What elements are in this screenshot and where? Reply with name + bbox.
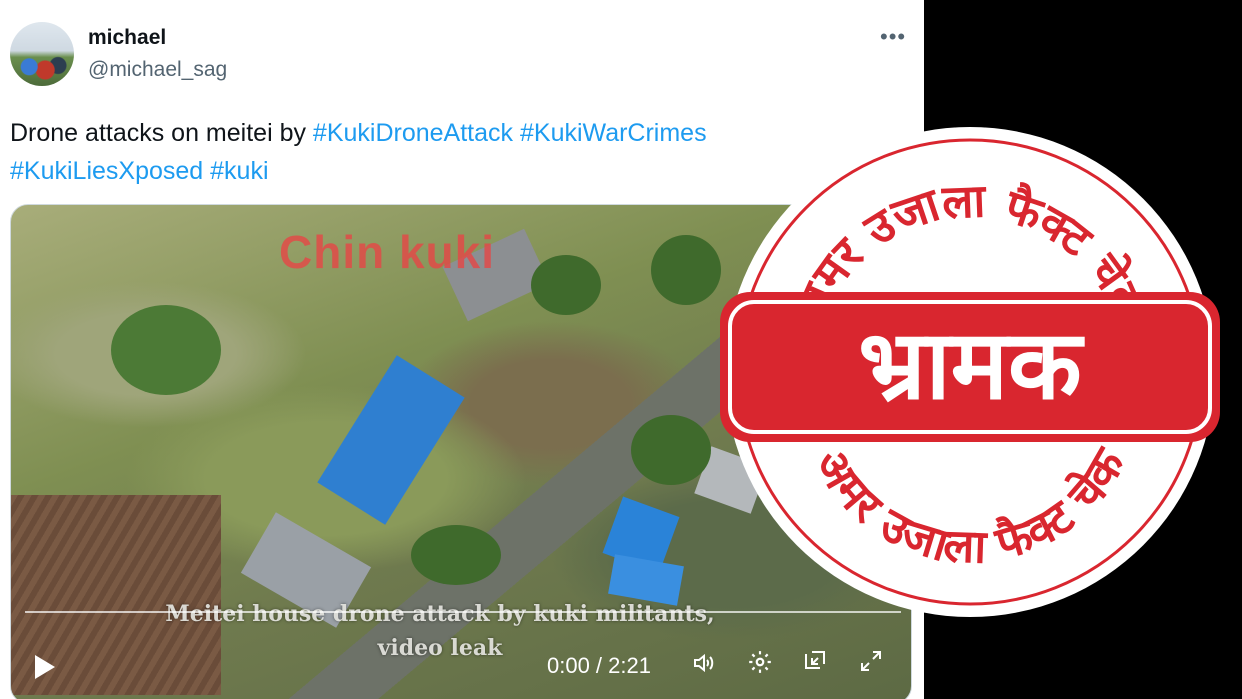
tweet-body: Drone attacks on meitei by: [10, 119, 313, 147]
video-caption-line: Meitei house drone attack by kuki milita…: [165, 601, 715, 627]
video-frame-tree: [411, 525, 501, 585]
volume-icon[interactable]: [691, 651, 715, 682]
video-overlay-title: Chin kuki: [279, 226, 496, 278]
hashtag-link[interactable]: #KukiDroneAttack: [313, 119, 513, 147]
more-options-icon[interactable]: •••: [880, 24, 906, 50]
picture-in-picture-icon[interactable]: [803, 649, 827, 680]
video-time: 0:00 / 2:21: [547, 653, 651, 678]
hashtag-link[interactable]: #kuki: [210, 157, 268, 185]
display-name[interactable]: michael: [88, 26, 166, 50]
video-frame-roof: [317, 355, 465, 525]
gear-icon[interactable]: [747, 649, 773, 682]
user-handle[interactable]: @michael_sag: [88, 58, 227, 82]
video-frame-tree: [111, 305, 221, 395]
hashtag-link[interactable]: #KukiLiesXposed: [10, 157, 203, 185]
video-frame-tree: [651, 235, 721, 305]
fact-check-stamp: अमर उजाला फैक्ट चेक भ्रामक अमर उजाला फैक…: [720, 127, 1220, 617]
avatar[interactable]: [10, 22, 74, 86]
fullscreen-icon[interactable]: [859, 649, 883, 680]
stamp-verdict: भ्रामक: [858, 309, 1085, 421]
hashtag-link[interactable]: #KukiWarCrimes: [520, 119, 707, 147]
video-frame-tree: [631, 415, 711, 485]
video-controls: 0:00 / 2:21: [11, 635, 911, 695]
video-frame-tree: [531, 255, 601, 315]
play-icon[interactable]: [35, 655, 55, 679]
